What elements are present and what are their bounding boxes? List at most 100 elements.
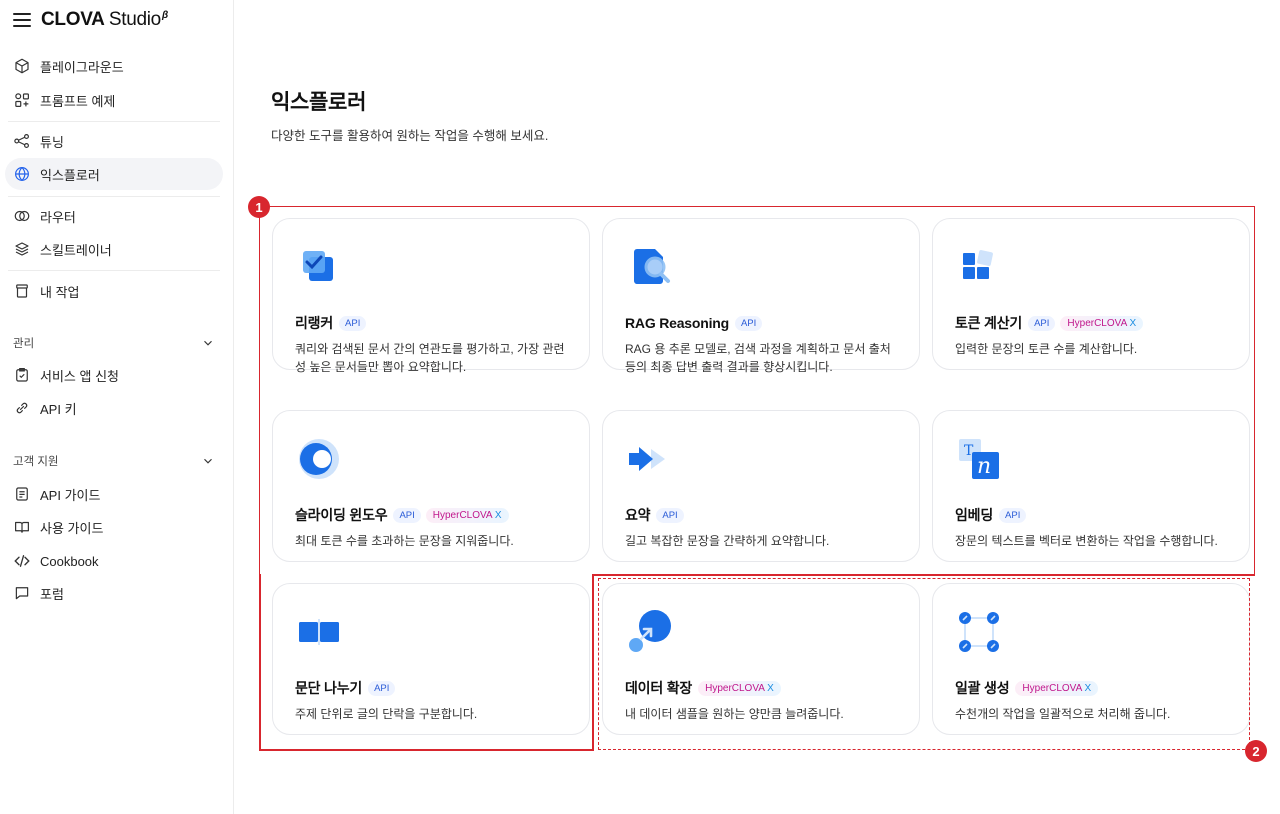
api-badge: API — [393, 507, 421, 523]
card-description: 최대 토큰 수를 초과하는 문장을 지워줍니다. — [295, 534, 514, 548]
card-description: RAG 용 추론 모델로, 검색 과정을 계획하고 문서 출처 등의 최종 답변… — [625, 342, 891, 374]
sidebar-item-prompt-examples[interactable]: 프롬프트 예제 — [5, 84, 223, 116]
sidebar-item-cookbook[interactable]: Cookbook — [5, 545, 223, 577]
sidebar-item-label: API 키 — [40, 401, 77, 417]
section-manage[interactable]: 관리 — [13, 333, 215, 353]
card-description: 입력한 문장의 토큰 수를 계산합니다. — [955, 342, 1138, 356]
chat-icon — [13, 584, 31, 602]
sidebar-divider — [8, 121, 220, 122]
card-title: 임베딩 — [955, 507, 994, 523]
card-title: 슬라이딩 윈도우 — [295, 507, 388, 523]
sidebar-item-skill-trainer[interactable]: 스킬트레이너 — [5, 233, 223, 265]
sidebar-divider — [8, 196, 220, 197]
sidebar-item-label: 튜닝 — [40, 134, 64, 150]
api-badge: API — [339, 315, 367, 331]
brand-logo[interactable]: CLOVA Studioβ — [41, 9, 168, 31]
sidebar-item-label: 포럼 — [40, 586, 64, 602]
highlight-box-1-left — [259, 574, 261, 751]
globe-icon — [13, 165, 31, 183]
brand: CLOVA Studioβ — [13, 9, 168, 31]
sliding-circle-icon — [299, 439, 339, 479]
book-icon — [13, 518, 31, 536]
arrows-merge-icon — [629, 447, 665, 471]
code-icon — [13, 552, 31, 570]
card-title: RAG Reasoning — [625, 315, 729, 331]
sidebar: CLOVA Studioβ 플레이그라운드 프롬프트 예제 튜닝 익스플로러 라… — [0, 0, 234, 814]
hyperclova-x-badge: HyperCLOVA X — [1015, 680, 1099, 696]
main-content: 익스플로러 다양한 도구를 활용하여 원하는 작업을 수행해 보세요. 리랭커 … — [234, 0, 1280, 814]
sidebar-item-label: 라우터 — [40, 209, 76, 225]
card-title: 문단 나누기 — [295, 680, 363, 696]
card-title: 리랭커 — [295, 315, 334, 331]
card-data-expansion[interactable]: 데이터 확장 HyperCLOVA X 내 데이터 샘플을 원하는 양만큼 늘려… — [602, 583, 920, 735]
sidebar-item-service-app[interactable]: 서비스 앱 신청 — [5, 359, 223, 391]
api-badge: API — [999, 507, 1027, 523]
api-badge: API — [1028, 315, 1056, 331]
sidebar-item-label: Cookbook — [40, 553, 99, 569]
sidebar-item-api-key[interactable]: API 키 — [5, 392, 223, 424]
api-badge: API — [656, 507, 684, 523]
sidebar-item-label: 플레이그라운드 — [40, 59, 124, 75]
sidebar-item-forum[interactable]: 포럼 — [5, 577, 223, 609]
reranker-icon — [303, 251, 333, 281]
section-label: 관리 — [13, 338, 35, 350]
card-description: 길고 복잡한 문장을 간략하게 요약합니다. — [625, 534, 830, 548]
expand-circle-icon — [629, 610, 671, 652]
card-title: 데이터 확장 — [625, 680, 693, 696]
card-rag-reasoning[interactable]: RAG Reasoning API RAG 용 추론 모델로, 검색 과정을 계… — [602, 218, 920, 374]
page-title: 익스플로러 — [271, 91, 367, 114]
split-blocks-icon — [299, 619, 339, 645]
hyperclova-x-badge: HyperCLOVA X — [1060, 315, 1144, 331]
sidebar-item-label: 스킬트레이너 — [40, 242, 112, 258]
sidebar-item-api-guide[interactable]: API 가이드 — [5, 478, 223, 510]
api-badge: API — [734, 315, 763, 331]
circles-icon — [13, 207, 31, 225]
checklist-icon — [13, 366, 31, 384]
sidebar-item-label: 서비스 앱 신청 — [40, 368, 119, 384]
chevron-down-icon — [204, 340, 212, 346]
sidebar-item-explorer[interactable]: 익스플로러 — [5, 158, 223, 190]
section-support[interactable]: 고객 지원 — [13, 451, 215, 471]
hyperclova-x-badge: HyperCLOVA X — [698, 680, 781, 696]
card-batch-generation[interactable]: 일괄 생성 HyperCLOVA X 수천개의 작업을 일괄적으로 처리해 줍니… — [932, 583, 1250, 735]
sidebar-item-label: 사용 가이드 — [40, 520, 104, 536]
sidebar-item-usage-guide[interactable]: 사용 가이드 — [5, 511, 223, 543]
cube-icon — [13, 57, 31, 75]
link-icon — [13, 399, 31, 417]
nodes-icon — [13, 132, 31, 150]
sidebar-item-router[interactable]: 라우터 — [5, 200, 223, 232]
card-description: 내 데이터 샘플을 원하는 양만큼 늘려줍니다. — [625, 707, 844, 721]
card-summary[interactable]: 요약 API 길고 복잡한 문장을 간략하게 요약합니다. — [602, 410, 920, 562]
sidebar-item-label: API 가이드 — [40, 487, 101, 503]
card-description: 쿼리와 검색된 문서 간의 연관도를 평가하고, 가장 관련성 높은 문서들만 … — [295, 342, 565, 374]
card-reranker[interactable]: 리랭커 API 쿼리와 검색된 문서 간의 연관도를 평가하고, 가장 관련성 … — [272, 218, 590, 374]
card-embedding[interactable]: T n 임베딩 API 장문의 텍스트를 벡터로 변환하는 작업을 수행합니다. — [932, 410, 1250, 562]
card-sliding-window[interactable]: 슬라이딩 윈도우 API HyperCLOVA X 최대 토큰 수를 초과하는 … — [272, 410, 590, 562]
card-title: 토큰 계산기 — [955, 315, 1023, 331]
text-to-vector-icon: T n — [959, 439, 999, 479]
token-grid-icon — [963, 250, 993, 279]
card-title: 일괄 생성 — [955, 680, 1010, 696]
sidebar-item-my-work[interactable]: 내 작업 — [5, 275, 223, 307]
jar-icon — [13, 282, 31, 300]
document-icon — [13, 485, 31, 503]
grid-shapes-icon — [13, 91, 31, 109]
sidebar-item-label: 내 작업 — [40, 284, 80, 300]
card-description: 장문의 텍스트를 벡터로 변환하는 작업을 수행합니다. — [955, 534, 1218, 548]
hyperclova-x-badge: HyperCLOVA X — [425, 507, 509, 523]
sidebar-item-label: 프롬프트 예제 — [40, 93, 116, 109]
sidebar-item-playground[interactable]: 플레이그라운드 — [5, 50, 223, 82]
sidebar-item-label: 익스플로러 — [40, 167, 100, 183]
sidebar-item-tuning[interactable]: 튜닝 — [5, 125, 223, 157]
card-paragraph-split[interactable]: 문단 나누기 API 주제 단위로 글의 단락을 구분합니다. — [272, 583, 590, 735]
svg-text:n: n — [977, 454, 991, 479]
annotation-marker-1: 1 — [248, 196, 270, 218]
card-description: 주제 단위로 글의 단락을 구분합니다. — [295, 707, 478, 721]
batch-dots-icon — [959, 612, 999, 652]
section-label: 고객 지원 — [13, 456, 59, 468]
page-subtitle: 다양한 도구를 활용하여 원하는 작업을 수행해 보세요. — [271, 129, 549, 143]
api-badge: API — [368, 680, 396, 696]
card-token-calculator[interactable]: 토큰 계산기 API HyperCLOVA X 입력한 문장의 토큰 수를 계산… — [932, 218, 1250, 370]
menu-icon[interactable] — [13, 13, 31, 27]
chevron-down-icon — [204, 458, 212, 464]
